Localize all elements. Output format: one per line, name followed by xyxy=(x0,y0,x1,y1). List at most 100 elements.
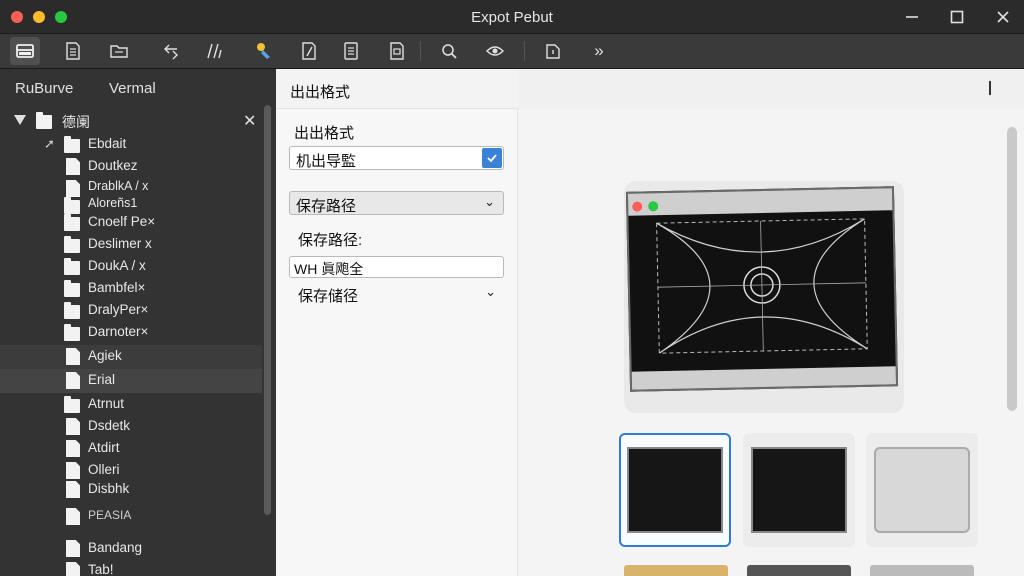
close-icon[interactable]: ✕ xyxy=(243,111,256,131)
thumbnail-partial[interactable] xyxy=(747,565,851,576)
thumbnail-image xyxy=(751,447,847,533)
slash-button[interactable] xyxy=(200,37,230,65)
tree-item-label: Erial xyxy=(88,372,116,387)
tree-item[interactable]: Darnoter× xyxy=(0,321,262,343)
tag-button[interactable] xyxy=(248,37,278,65)
zoom-settings-button[interactable] xyxy=(434,37,464,65)
sidebar-tab-1[interactable]: Vermal xyxy=(109,80,156,97)
tree-root[interactable]: 德阑 ✕ xyxy=(0,109,262,133)
more-button[interactable]: » xyxy=(584,37,614,65)
slash-icon xyxy=(207,43,222,59)
tree-item[interactable]: Doutkez xyxy=(0,155,262,177)
thumbnail-image xyxy=(627,447,723,533)
tree-item[interactable]: DralyPer× xyxy=(0,299,262,321)
toolbar-separator xyxy=(420,41,421,61)
tree-item[interactable]: ➚ Ebdait xyxy=(0,133,262,155)
tree-item[interactable]: Cnoelf Pe× xyxy=(0,211,262,233)
tree-item[interactable]: PEASIA xyxy=(0,505,262,527)
preview-scrollbar[interactable] xyxy=(1007,127,1017,411)
tree-item-label: Olleri xyxy=(88,462,120,477)
folder-button[interactable] xyxy=(104,37,134,65)
tree-item[interactable]: Atdirt xyxy=(0,437,262,459)
save-path-select[interactable]: 保存路径 ⌄ xyxy=(289,191,504,215)
export-button[interactable] xyxy=(538,37,568,65)
image-document-icon xyxy=(390,42,404,60)
eye-icon xyxy=(486,46,504,56)
tree-item[interactable]: Bambfel× xyxy=(0,277,262,299)
more-icon: » xyxy=(594,41,604,60)
tree-item-label: Doutkez xyxy=(88,158,138,173)
tree-item[interactable]: Tab! xyxy=(0,559,262,576)
tree-item-label: Dsdetk xyxy=(88,418,131,433)
tree-item-label: Ebdait xyxy=(88,136,127,151)
tree-item[interactable]: Disbhk xyxy=(0,478,262,500)
tree-item-label: DoukA / x xyxy=(88,258,146,273)
tree-item-label: Tab! xyxy=(88,562,114,576)
tree-item-label: Bambfel× xyxy=(88,280,146,295)
tree-item[interactable]: Erial xyxy=(0,369,262,393)
save-path-input[interactable]: WH 眞飑全 xyxy=(289,256,504,278)
close-button[interactable] xyxy=(990,4,1016,30)
maximize-button[interactable] xyxy=(944,4,970,30)
folder-icon xyxy=(64,324,80,341)
list-document-button[interactable] xyxy=(336,37,366,65)
file-icon xyxy=(66,348,80,365)
blueprint-drawing xyxy=(656,218,868,354)
sidebar-tab-0[interactable]: RuBurve xyxy=(15,80,73,97)
folder-icon xyxy=(64,236,80,253)
main-preview-image[interactable] xyxy=(625,186,899,392)
tree-item[interactable]: DoukA / x xyxy=(0,255,262,277)
thumbnail-3[interactable] xyxy=(866,433,978,547)
file-icon xyxy=(66,372,80,389)
file-edit-button[interactable] xyxy=(294,37,324,65)
back-arrows-button[interactable] xyxy=(156,37,186,65)
export-settings-panel: 出出格式 出出格式 机出导監 保存路径 ⌄ 保存路径: WH 眞飑全 保存储径 … xyxy=(276,69,518,576)
drive-icon xyxy=(16,44,34,58)
format-select-value: 机出导監 xyxy=(296,153,357,170)
tree-item[interactable]: Bandang xyxy=(0,537,262,559)
format-label: 出出格式 xyxy=(294,125,355,142)
sidebar-scrollbar[interactable] xyxy=(264,105,271,515)
tree-item-label: DrablkA / x xyxy=(88,179,149,193)
save-path-input-value: WH 眞飑全 xyxy=(294,261,364,277)
preview-topbar xyxy=(518,69,1024,109)
drive-button[interactable] xyxy=(10,37,40,65)
panel-header: 出出格式 xyxy=(276,69,518,109)
save-path-label: 保存路径: xyxy=(298,232,363,249)
zoom-settings-icon xyxy=(442,44,457,59)
document-button[interactable] xyxy=(58,37,88,65)
tree-item-label: Aloreñs1 xyxy=(88,196,138,210)
format-select[interactable]: 机出导監 xyxy=(289,146,504,170)
eye-button[interactable] xyxy=(480,37,510,65)
tree-item-label: Darnoter× xyxy=(88,324,149,339)
sidebar-tabs: RuBurve Vermal xyxy=(0,69,276,107)
thumbnail-partial[interactable] xyxy=(870,565,974,576)
file-icon xyxy=(66,440,80,457)
text-cursor-icon xyxy=(989,81,991,95)
tree-item-label: Atrnut xyxy=(88,396,125,411)
save-settings-row[interactable]: 保存储径 ⌄ xyxy=(289,282,504,306)
tree-item[interactable]: Deslimer x xyxy=(0,233,262,255)
minimize-button[interactable] xyxy=(899,4,925,30)
file-icon xyxy=(66,481,80,498)
toolbar-separator xyxy=(524,41,525,61)
close-icon xyxy=(997,11,1009,23)
check-icon[interactable] xyxy=(482,148,502,168)
tree-item[interactable]: Dsdetk xyxy=(0,415,262,437)
tree-item[interactable]: Atrnut xyxy=(0,393,262,415)
image-document-button[interactable] xyxy=(382,37,412,65)
expand-caret-icon[interactable] xyxy=(14,115,26,125)
preview-area xyxy=(518,69,1024,576)
back-arrows-icon xyxy=(164,44,178,60)
tree-item-label: DralyPer× xyxy=(88,302,149,317)
thumbnail-2[interactable] xyxy=(743,433,855,547)
thumbnail-partial[interactable] xyxy=(624,565,728,576)
tree-item-label: PEASIA xyxy=(88,508,132,522)
document-icon xyxy=(66,42,80,60)
list-document-icon xyxy=(344,42,358,60)
folder-icon xyxy=(64,258,80,275)
tree-item[interactable]: Agiek xyxy=(0,345,262,369)
chevron-down-icon: ⌄ xyxy=(484,194,495,209)
save-path-select-value: 保存路径 xyxy=(296,198,357,215)
thumbnail-1[interactable] xyxy=(619,433,731,547)
